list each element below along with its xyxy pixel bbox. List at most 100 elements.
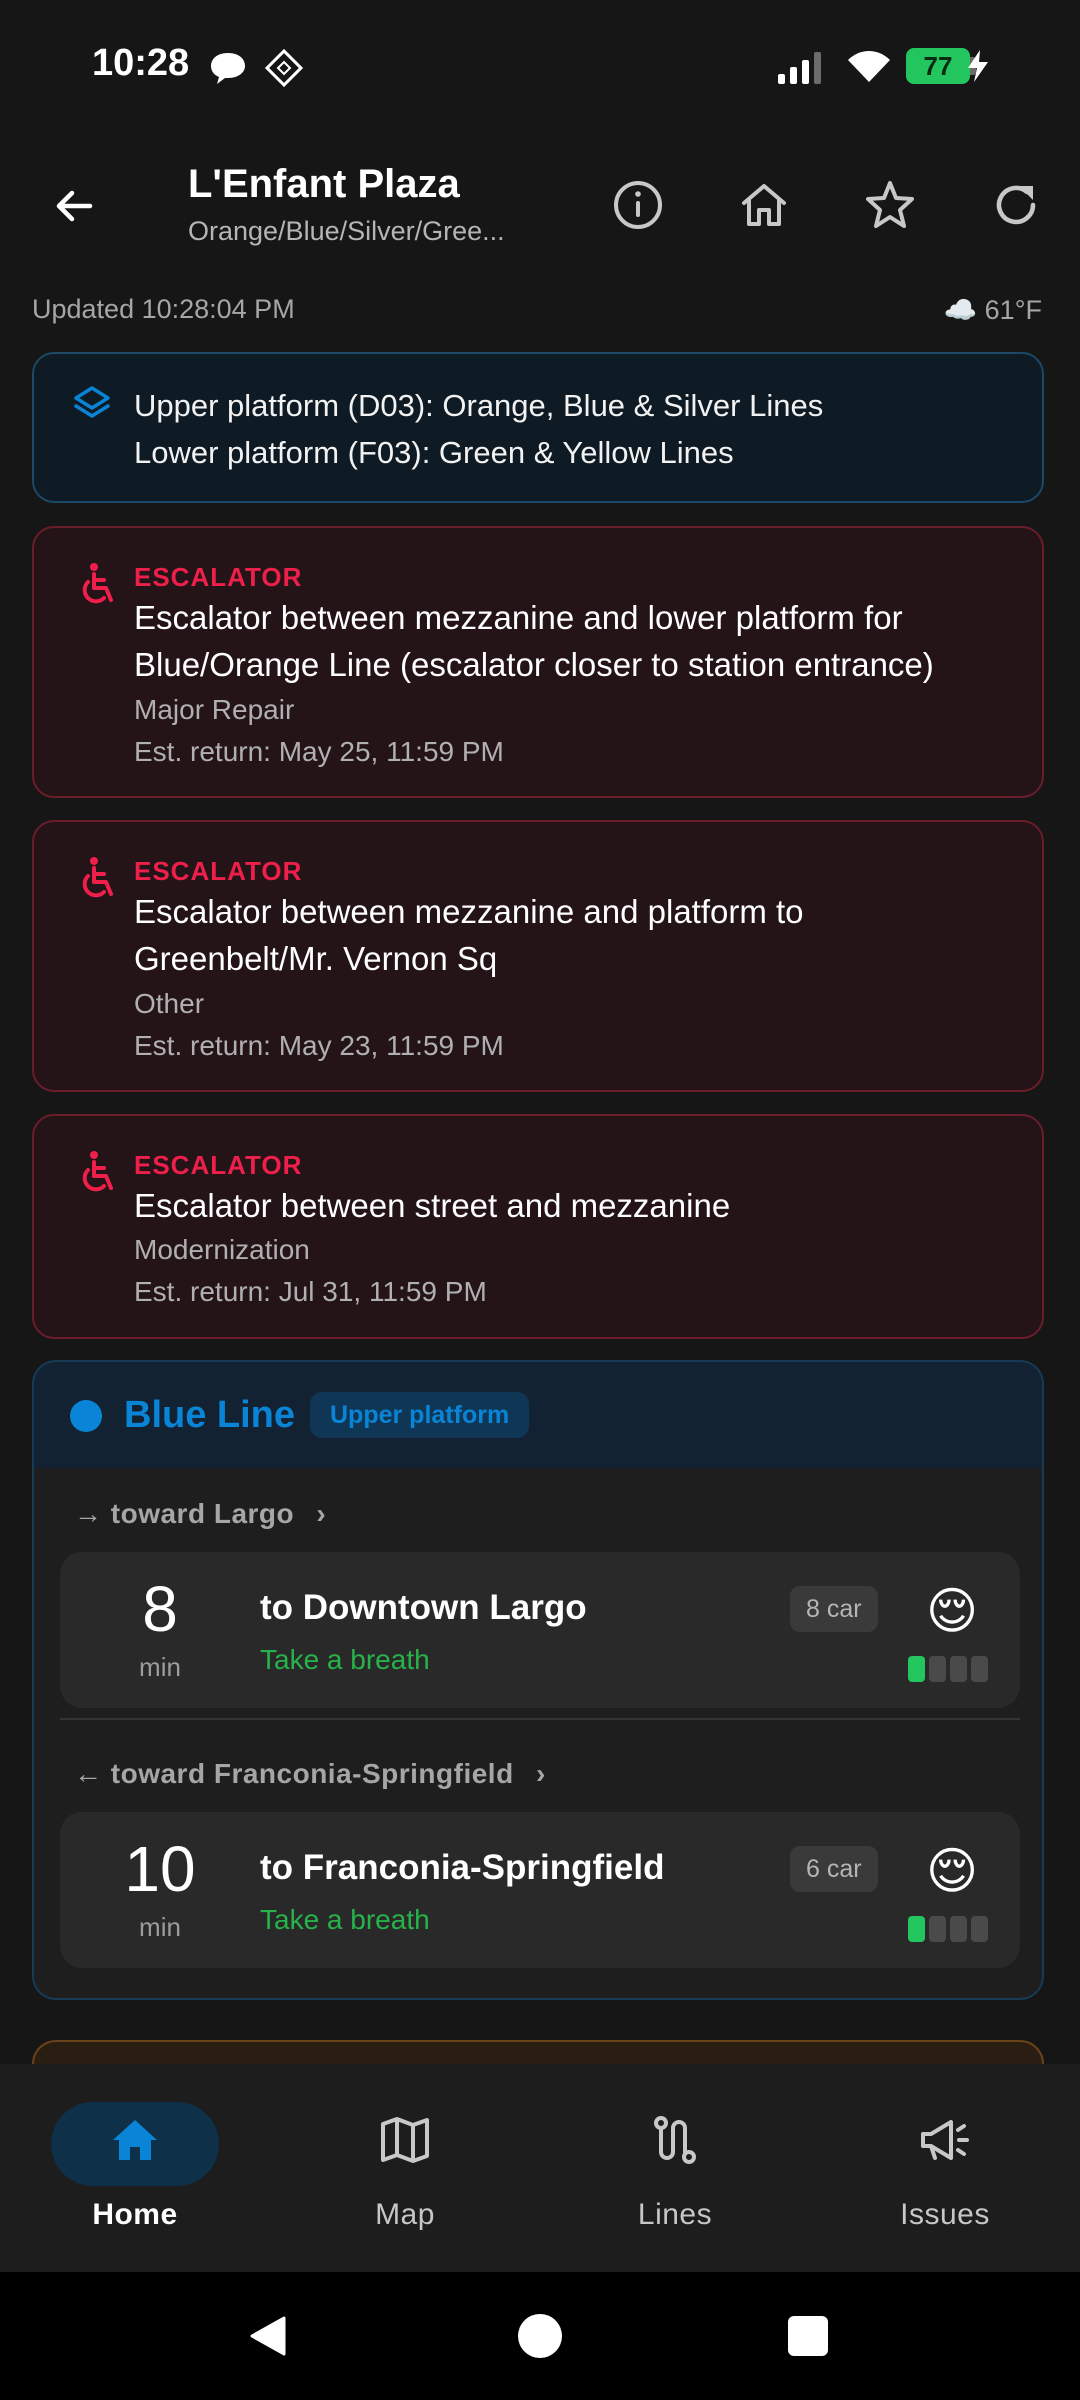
nav-label: Map bbox=[375, 2198, 435, 2231]
arrival-minutes: 8 bbox=[142, 1573, 178, 1645]
arrival-minutes-label: min bbox=[139, 1652, 181, 1682]
nav-map-icon-wrap bbox=[270, 2114, 540, 2166]
status-time: 10:28 bbox=[92, 42, 190, 84]
alert-description-line: Escalator between mezzanine and platform… bbox=[134, 893, 804, 930]
wifi-icon bbox=[848, 51, 890, 82]
alert-description: Escalator between street and mezzanine bbox=[134, 1187, 731, 1224]
alert-eta: Est. return: May 23, 11:59 PM bbox=[134, 1030, 504, 1061]
nav-lines[interactable]: Lines bbox=[540, 2064, 810, 2272]
crowding-bar bbox=[929, 1656, 946, 1682]
crowding-emoji: 😌 bbox=[926, 1843, 979, 1899]
arrival-minutes-label: min bbox=[139, 1912, 181, 1942]
info-button[interactable] bbox=[598, 165, 678, 245]
train-arrival-card[interactable]: 10 min to Franconia-Springfield Take a b… bbox=[60, 1812, 1020, 1968]
line-color-dot bbox=[70, 1400, 102, 1432]
system-navigation-bar bbox=[0, 2272, 1080, 2400]
line-section-blue: Blue Line Upper platform → toward Largo … bbox=[32, 1360, 1044, 2000]
platform-badge: Upper platform bbox=[310, 1392, 530, 1438]
home-station-button[interactable] bbox=[724, 165, 804, 245]
back-icon bbox=[56, 190, 93, 222]
crowding-text: Take a breath bbox=[260, 1644, 430, 1675]
recents-square-icon[interactable] bbox=[788, 2316, 828, 2356]
home-icon bbox=[742, 184, 786, 226]
direction-label: → toward Largo bbox=[74, 1498, 295, 1529]
battery-level: 77 bbox=[923, 51, 953, 81]
alert-eta: Est. return: May 25, 11:59 PM bbox=[134, 736, 504, 767]
back-triangle-icon[interactable] bbox=[244, 2312, 292, 2360]
chevron-right-icon: › bbox=[535, 1758, 546, 1789]
bottom-navigation: Home Map Lines Issues bbox=[0, 2064, 1080, 2272]
chat-icon bbox=[211, 53, 245, 84]
alert-reason: Other bbox=[134, 988, 205, 1019]
alert-description: Escalator between mezzanine and platform… bbox=[134, 888, 1034, 982]
info-icon bbox=[614, 181, 662, 229]
escalator-alert-card[interactable]: ESCALATOR Escalator between street and m… bbox=[32, 1114, 1044, 1339]
crowding-bar bbox=[929, 1916, 946, 1942]
alert-type-label: ESCALATOR bbox=[134, 856, 303, 886]
home-icon bbox=[113, 2120, 157, 2160]
crowding-meter bbox=[908, 1656, 988, 1682]
updated-timestamp: Updated 10:28:04 PM bbox=[32, 294, 295, 324]
crowding-bar bbox=[950, 1916, 967, 1942]
weather-readout: ☁️ 61°F bbox=[943, 295, 1042, 325]
megaphone-icon bbox=[921, 2120, 969, 2160]
nav-map[interactable]: Map bbox=[270, 2064, 540, 2272]
car-count-badge: 8 car bbox=[790, 1586, 878, 1632]
nav-label: Home bbox=[92, 2198, 178, 2231]
alert-type-label: ESCALATOR bbox=[134, 1150, 303, 1180]
signal-icon bbox=[778, 52, 821, 84]
escalator-alert-card[interactable]: ESCALATOR Escalator between mezzanine an… bbox=[32, 526, 1044, 798]
line-name: Blue Line bbox=[124, 1394, 296, 1436]
accessibility-icon bbox=[82, 857, 113, 898]
car-count-badge: 6 car bbox=[790, 1846, 878, 1892]
arrival-minutes: 10 bbox=[124, 1833, 196, 1905]
status-bar: 10:28 77 bbox=[0, 0, 1080, 130]
crowding-bar bbox=[908, 1916, 925, 1942]
alert-type-label: ESCALATOR bbox=[134, 562, 303, 592]
station-title: L'Enfant Plaza bbox=[188, 162, 460, 206]
direction-header[interactable]: ← toward Franconia-Springfield › bbox=[74, 1758, 546, 1790]
route-icon bbox=[654, 2116, 696, 2164]
home-circle-icon[interactable] bbox=[518, 2314, 562, 2358]
nav-issues[interactable]: Issues bbox=[810, 2064, 1080, 2272]
star-icon bbox=[866, 181, 914, 228]
crowding-bar bbox=[908, 1656, 925, 1682]
favorite-button[interactable] bbox=[850, 165, 930, 245]
app-notification-icon bbox=[264, 48, 304, 88]
alert-reason: Modernization bbox=[134, 1234, 310, 1265]
station-lines-subtitle: Orange/Blue/Silver/Gree... bbox=[188, 216, 505, 246]
line-header: Blue Line Upper platform bbox=[34, 1362, 1042, 1468]
crowding-bar bbox=[971, 1916, 988, 1942]
platform-info-lower: Lower platform (F03): Green & Yellow Lin… bbox=[134, 435, 734, 470]
alert-description-line: Greenbelt/Mr. Vernon Sq bbox=[134, 940, 498, 977]
battery-icon: 77 bbox=[906, 48, 970, 84]
train-arrival-card[interactable]: 8 min to Downtown Largo Take a breath 8 … bbox=[60, 1552, 1020, 1708]
nav-label: Lines bbox=[637, 2198, 713, 2231]
refresh-button[interactable] bbox=[976, 165, 1056, 245]
nav-lines-icon-wrap bbox=[540, 2114, 810, 2166]
alert-description: Escalator between mezzanine and lower pl… bbox=[134, 594, 1034, 688]
alert-description-line: Escalator between mezzanine and lower pl… bbox=[134, 599, 903, 636]
alert-reason: Major Repair bbox=[134, 694, 295, 725]
charging-icon bbox=[968, 50, 988, 82]
crowding-meter bbox=[908, 1916, 988, 1942]
crowding-bar bbox=[950, 1656, 967, 1682]
train-destination: to Downtown Largo bbox=[260, 1588, 587, 1627]
accessibility-icon bbox=[82, 1151, 113, 1192]
platform-info-upper: Upper platform (D03): Orange, Blue & Sil… bbox=[134, 388, 824, 423]
chevron-right-icon: › bbox=[316, 1498, 327, 1529]
alert-eta: Est. return: Jul 31, 11:59 PM bbox=[134, 1276, 487, 1307]
direction-divider bbox=[60, 1718, 1020, 1720]
direction-label: ← toward Franconia-Springfield bbox=[74, 1758, 514, 1789]
escalator-alert-card[interactable]: ESCALATOR Escalator between mezzanine an… bbox=[32, 820, 1044, 1092]
direction-header[interactable]: → toward Largo › bbox=[74, 1498, 326, 1530]
train-destination: to Franconia-Springfield bbox=[260, 1848, 665, 1887]
nav-home[interactable]: Home bbox=[0, 2064, 270, 2272]
platform-info-card: Upper platform (D03): Orange, Blue & Sil… bbox=[32, 352, 1044, 503]
refresh-icon bbox=[996, 185, 1036, 225]
nav-label: Issues bbox=[900, 2198, 990, 2231]
back-button[interactable] bbox=[34, 166, 114, 246]
crowding-bar bbox=[971, 1656, 988, 1682]
nav-home-icon-wrap bbox=[0, 2114, 270, 2166]
accessibility-icon bbox=[82, 563, 113, 604]
